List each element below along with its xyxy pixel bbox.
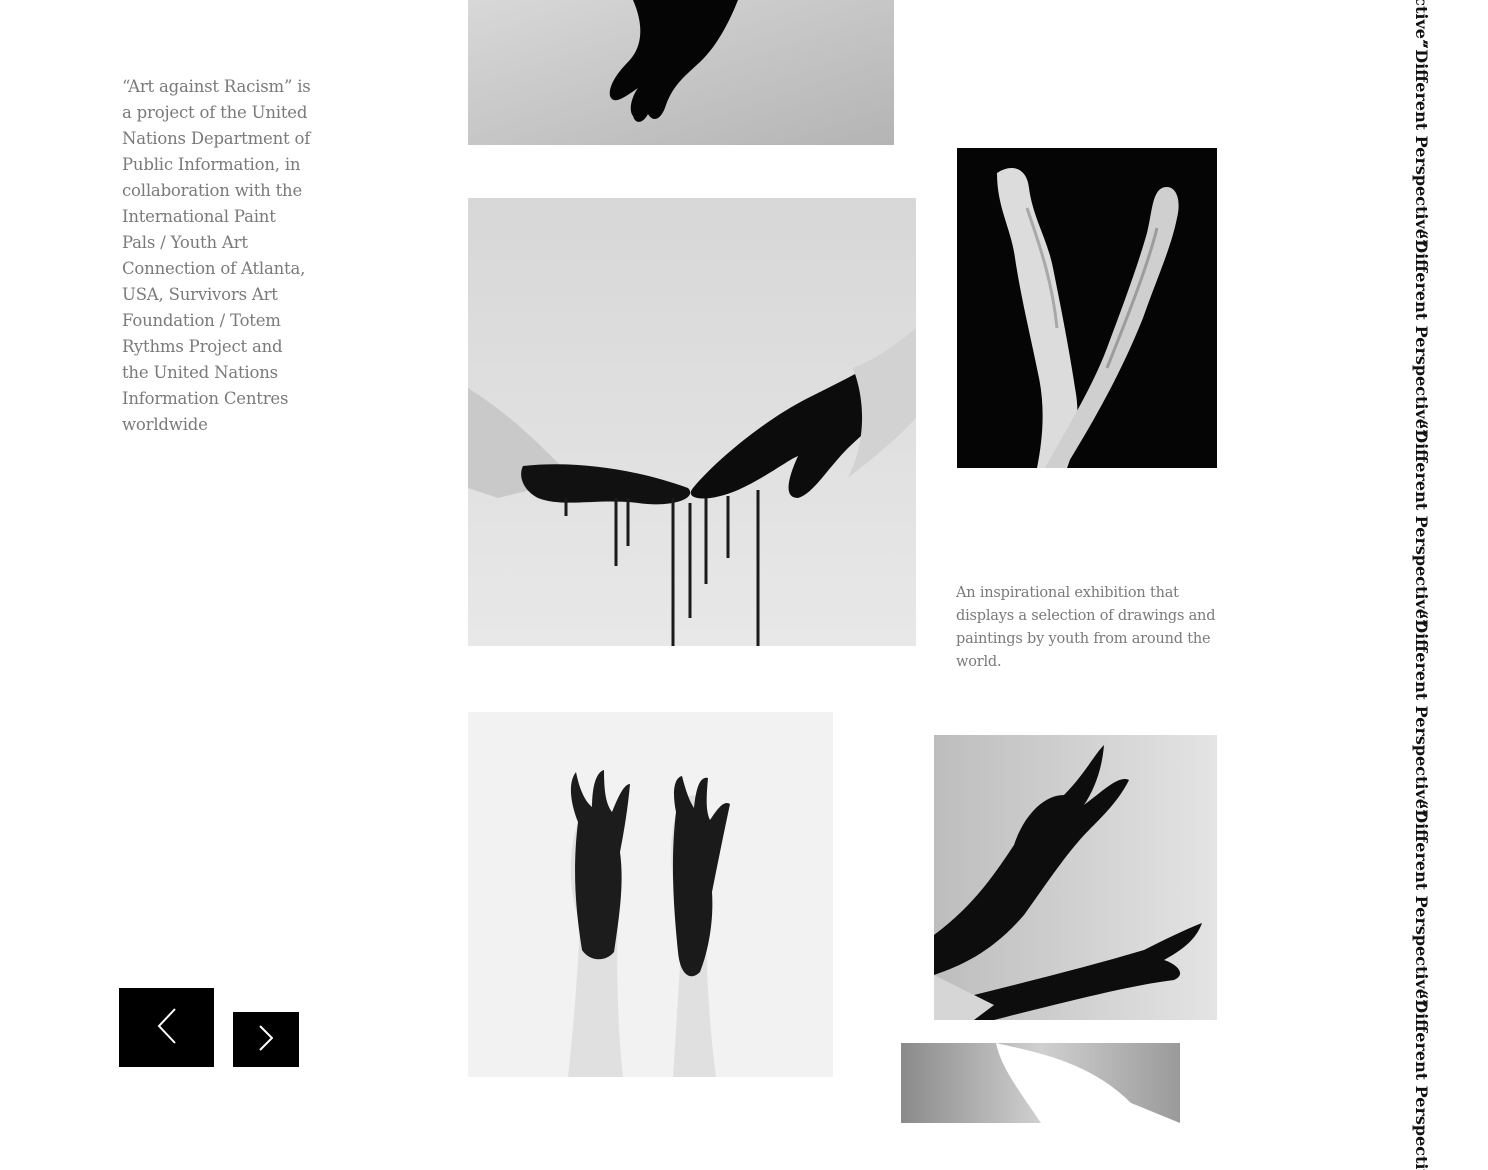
photo-legs[interactable] [957, 148, 1217, 468]
vertical-label: “Different Perspective” [1412, 40, 1431, 249]
chevron-right-icon [259, 1024, 274, 1055]
vertical-label: “Different Perspective” [1412, 230, 1431, 439]
vertical-label: “Different Perspective” [1412, 800, 1431, 1009]
vertical-label: “Different Perspective” [1412, 610, 1431, 819]
vertical-label: “Different Perspective” [1412, 990, 1431, 1170]
intro-text: “Art against Racism” is a project of the… [122, 77, 311, 434]
photo-dripping-hands[interactable] [468, 198, 916, 646]
vertical-label: “Different Perspective” [1412, 420, 1431, 629]
next-button[interactable] [233, 1012, 299, 1067]
photo-hand-top[interactable] [468, 0, 894, 145]
photo-bottom-partial[interactable] [901, 1043, 1180, 1123]
exhibition-caption: An inspirational exhibition that display… [956, 585, 1216, 670]
photo-raised-hands[interactable] [468, 712, 833, 1077]
vertical-label-strip: “Different Perspective” “Different Persp… [1404, 0, 1438, 1170]
previous-button[interactable] [119, 988, 214, 1067]
chevron-left-icon [157, 1007, 177, 1048]
photo-reaching-hands[interactable] [934, 735, 1217, 1020]
